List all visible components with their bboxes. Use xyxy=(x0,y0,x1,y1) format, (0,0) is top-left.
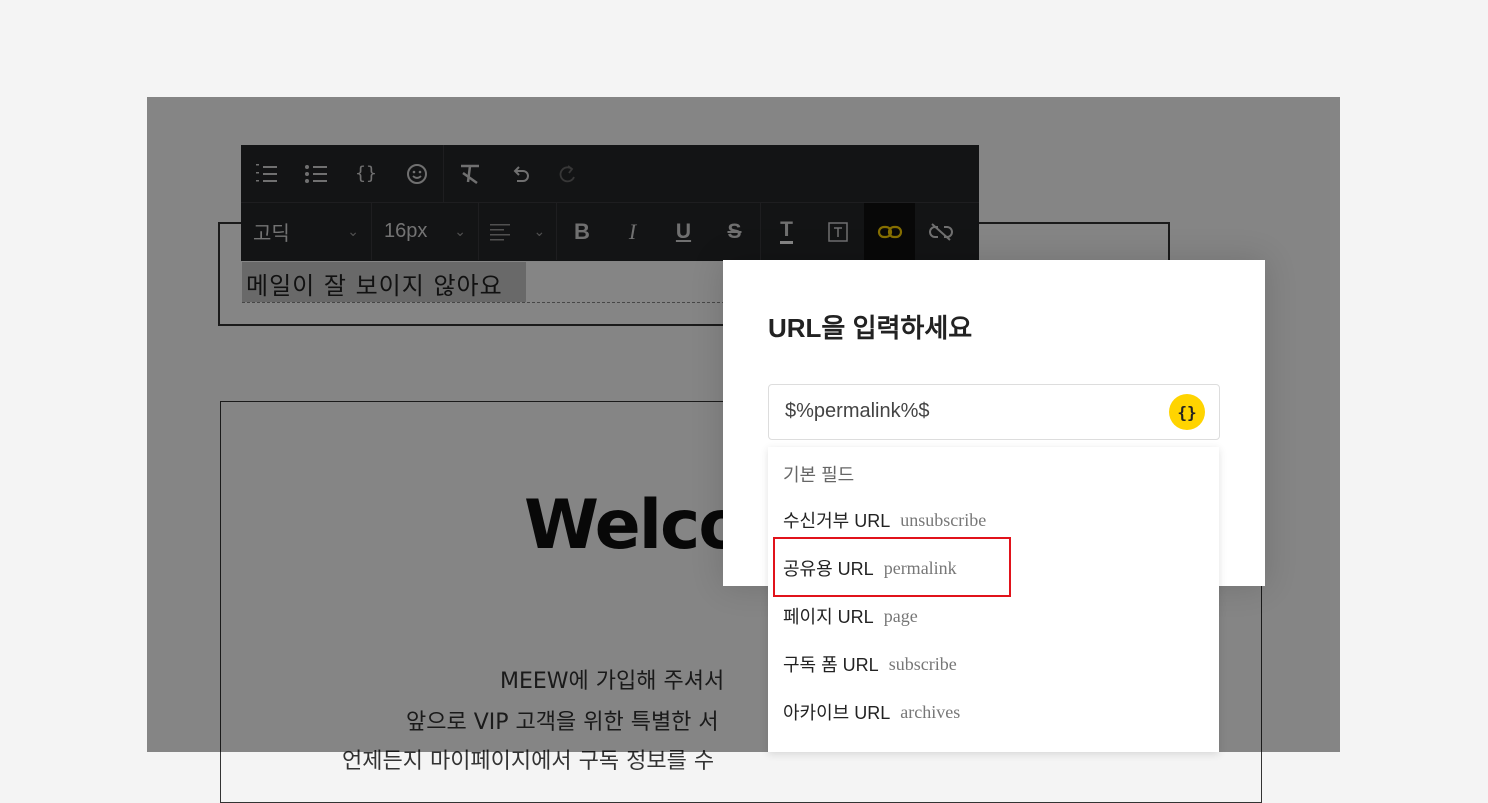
dropdown-item-archives[interactable]: 아카이브 URL archives xyxy=(768,688,1219,736)
dropdown-item-label: 아카이브 URL xyxy=(783,703,891,723)
dropdown-item-key: page xyxy=(883,605,918,626)
dropdown-item-page[interactable]: 페이지 URL page xyxy=(768,592,1219,640)
dropdown-item-key: archives xyxy=(900,701,961,722)
highlight-annotation-box xyxy=(773,537,1011,597)
dropdown-item-label: 구독 폼 URL xyxy=(783,655,879,675)
dropdown-item-key: unsubscribe xyxy=(900,509,987,530)
dialog-title: URL을 입력하세요 xyxy=(768,313,973,343)
dropdown-item-label: 페이지 URL xyxy=(783,607,874,627)
dropdown-item-key: subscribe xyxy=(888,653,957,674)
field-dropdown: 기본 필드 수신거부 URL unsubscribe 공유용 URL perma… xyxy=(768,447,1219,752)
insert-variable-button[interactable]: {} xyxy=(1169,394,1205,430)
url-input-value[interactable]: $%permalink%$ xyxy=(785,400,930,423)
url-input[interactable]: $%permalink%$ {} xyxy=(768,384,1220,440)
dropdown-item-subscribe[interactable]: 구독 폼 URL subscribe xyxy=(768,640,1219,688)
dropdown-section-header: 기본 필드 xyxy=(783,465,855,485)
dropdown-item-label: 수신거부 URL xyxy=(783,511,891,531)
